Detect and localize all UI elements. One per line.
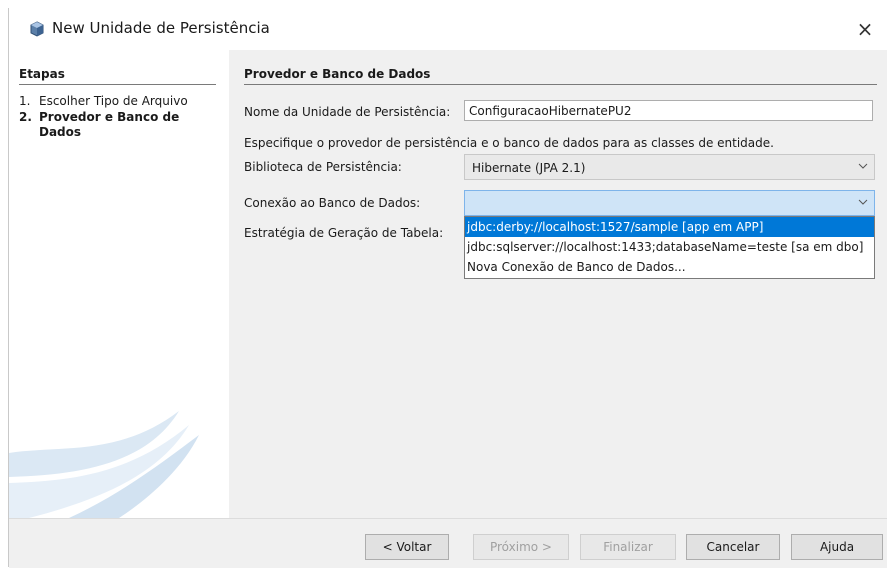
cube-icon: [29, 21, 45, 37]
connection-select[interactable]: [464, 190, 875, 216]
library-select-value: Hibernate (JPA 2.1): [472, 161, 586, 175]
close-button[interactable]: ×: [842, 8, 887, 50]
section-title: Provedor e Banco de Dados: [244, 67, 431, 81]
step-item-1: 1. Escolher Tipo de Arquivo: [19, 94, 188, 108]
back-button[interactable]: < Voltar: [365, 534, 449, 560]
chevron-down-icon: [858, 199, 868, 205]
chevron-down-icon: [858, 163, 868, 169]
library-label: Biblioteca de Persistência:: [244, 160, 402, 174]
library-select[interactable]: Hibernate (JPA 2.1): [464, 154, 875, 180]
table-strategy-label: Estratégia de Geração de Tabela:: [244, 226, 444, 240]
steps-title: Etapas: [19, 67, 65, 81]
cancel-button[interactable]: Cancelar: [686, 534, 780, 560]
help-button[interactable]: Ajuda: [791, 534, 883, 560]
section-divider: [244, 84, 877, 85]
finish-button[interactable]: Finalizar: [580, 534, 676, 560]
wizard-swoosh-graphic: [9, 411, 199, 518]
window-title: New Unidade de Persistência: [52, 19, 270, 37]
description-text: Especifique o provedor de persistência e…: [244, 136, 774, 150]
persistence-unit-dialog: New Unidade de Persistência × Etapas 1. …: [8, 8, 887, 568]
connection-label: Conexão ao Banco de Dados:: [244, 196, 421, 210]
steps-panel: Etapas 1. Escolher Tipo de Arquivo 2. Pr…: [9, 50, 229, 518]
connection-option[interactable]: jdbc:sqlserver://localhost:1433;database…: [465, 237, 874, 257]
next-button[interactable]: Próximo >: [473, 534, 569, 560]
step-number: 2.: [19, 110, 32, 124]
steps-divider: [19, 84, 216, 85]
content-panel: Provedor e Banco de Dados Nome da Unidad…: [231, 50, 887, 518]
connection-option[interactable]: jdbc:derby://localhost:1527/sample [app …: [465, 217, 874, 237]
unit-name-label: Nome da Unidade de Persistência:: [244, 105, 451, 119]
dialog-body: Etapas 1. Escolher Tipo de Arquivo 2. Pr…: [9, 50, 887, 518]
button-bar: < Voltar Próximo > Finalizar Cancelar Aj…: [9, 518, 887, 568]
step-label: Escolher Tipo de Arquivo: [39, 94, 188, 108]
title-bar: New Unidade de Persistência ×: [9, 8, 887, 50]
step-number: 1.: [19, 94, 31, 108]
unit-name-input[interactable]: ConfiguracaoHibernatePU2: [464, 100, 873, 121]
connection-option[interactable]: Nova Conexão de Banco de Dados...: [465, 257, 874, 277]
step-item-2: 2. Provedor e Banco de Dados: [19, 110, 199, 140]
connection-dropdown-list: jdbc:derby://localhost:1527/sample [app …: [464, 216, 875, 279]
close-icon: ×: [856, 17, 874, 41]
step-label: Provedor e Banco de Dados: [39, 110, 180, 139]
